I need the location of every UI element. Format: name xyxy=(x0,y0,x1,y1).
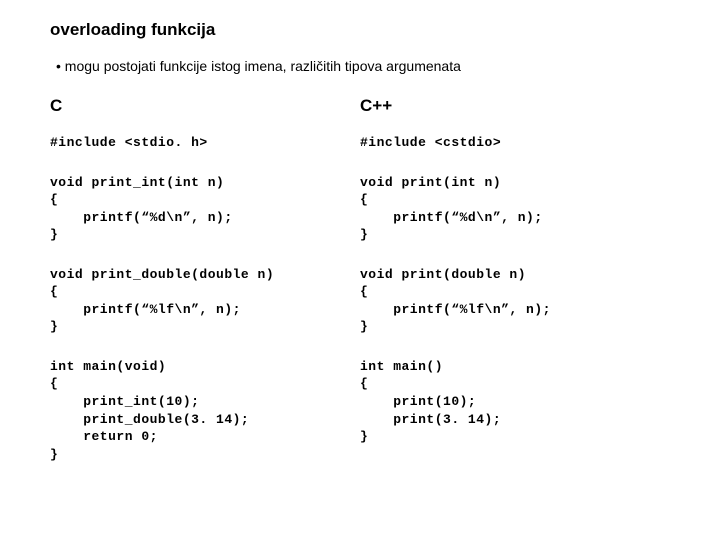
bullet-line: • mogu postojati funkcije istog imena, r… xyxy=(56,58,670,74)
cpp-main: int main() { print(10); print(3. 14); } xyxy=(360,358,670,446)
cpp-include: #include <cstdio> xyxy=(360,134,670,152)
cpp-print-double: void print(double n) { printf(“%lf\n”, n… xyxy=(360,266,670,336)
c-include: #include <stdio. h> xyxy=(50,134,360,152)
two-column-layout: C #include <stdio. h> void print_int(int… xyxy=(50,96,670,485)
right-column: C++ #include <cstdio> void print(int n) … xyxy=(360,96,670,485)
right-header: C++ xyxy=(360,96,670,116)
c-main: int main(void) { print_int(10); print_do… xyxy=(50,358,360,463)
c-print-double: void print_double(double n) { printf(“%l… xyxy=(50,266,360,336)
c-print-int: void print_int(int n) { printf(“%d\n”, n… xyxy=(50,174,360,244)
left-header: C xyxy=(50,96,360,116)
page-title: overloading funkcija xyxy=(50,20,670,40)
left-column: C #include <stdio. h> void print_int(int… xyxy=(50,96,360,485)
cpp-print-int: void print(int n) { printf(“%d\n”, n); } xyxy=(360,174,670,244)
